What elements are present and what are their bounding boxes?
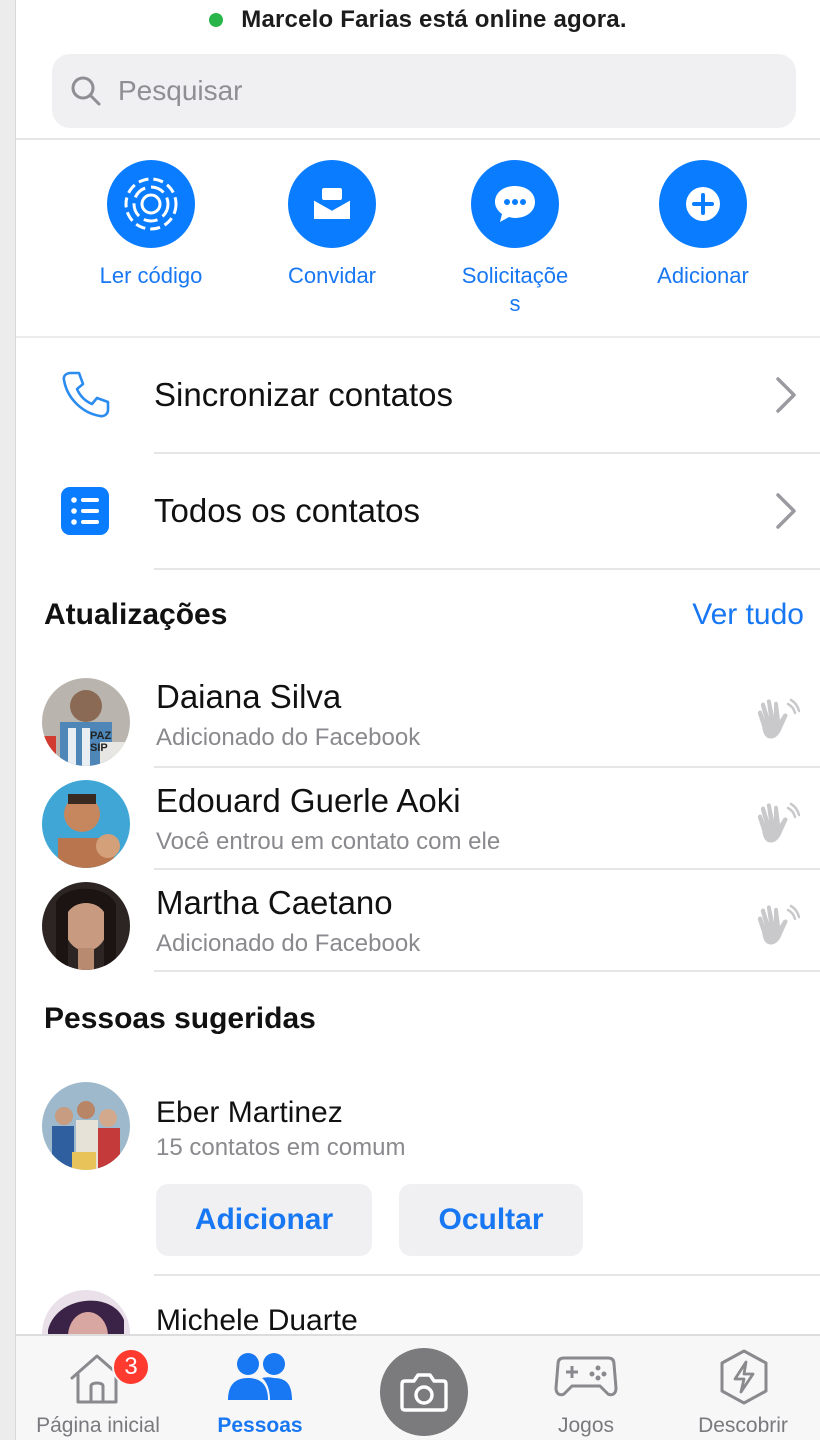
tab-discover-label: Descobrir [698, 1414, 788, 1437]
see-all-link[interactable]: Ver tudo [692, 598, 804, 632]
sync-contacts-icon-wrap [16, 367, 154, 423]
requests-label-line1: Solicitaçõe [461, 263, 569, 288]
online-status-bar: Marcelo Farias está online agora. [16, 0, 820, 40]
tab-discover[interactable]: Descobrir [666, 1336, 820, 1440]
invite-label: Convidar [287, 263, 377, 288]
people-icon [228, 1353, 292, 1400]
contact-subtitle: 15 contatos em comum [156, 1134, 406, 1161]
divider [154, 766, 820, 768]
scan-code-button[interactable]: Ler código [61, 160, 241, 290]
tab-home[interactable]: 3 Página inicial [16, 1336, 180, 1440]
plus-icon [686, 187, 720, 221]
requests-label: Solicitaçõe s [425, 262, 605, 318]
all-contacts-row[interactable]: Todos os contatos [16, 454, 820, 568]
tab-games-label: Jogos [557, 1414, 615, 1437]
contact-subtitle: Adicionado do Facebook [156, 724, 421, 751]
tab-home-label: Página inicial [36, 1414, 160, 1437]
avatar-image [42, 780, 130, 868]
people-screen: Marcelo Farias está online agora. Ler có… [16, 0, 820, 1440]
avatar-image [42, 1082, 130, 1170]
tab-people[interactable]: Pessoas [180, 1336, 340, 1440]
scan-code-circle [107, 160, 195, 248]
wave-hand-icon[interactable] [750, 902, 800, 952]
updates-heading: Atualizações [44, 598, 228, 631]
suggested-item-michele-duarte[interactable]: Michele Duarte [16, 1290, 820, 1334]
chevron-right-icon [776, 493, 796, 529]
tab-people-label: Pessoas [217, 1414, 303, 1437]
online-dot-icon [209, 13, 224, 27]
requests-circle [471, 160, 559, 248]
contact-name: Daiana Silva [156, 678, 342, 715]
sync-contacts-label: Sincronizar contatos [154, 376, 453, 413]
divider [154, 868, 820, 870]
divider [154, 1274, 820, 1276]
window-edge [0, 0, 16, 1440]
suggested-heading: Pessoas sugeridas [44, 1002, 316, 1035]
search-bar[interactable] [52, 54, 796, 128]
all-contacts-icon-wrap [16, 485, 154, 537]
lightning-hexagon-icon [720, 1349, 768, 1405]
invite-circle [288, 160, 376, 248]
requests-label-line2: s [509, 291, 521, 316]
avatar: PAZ SIP [42, 678, 130, 766]
contact-subtitle: Adicionado do Facebook [156, 930, 421, 957]
contact-name: Edouard Guerle Aoki [156, 782, 461, 819]
add-contact-label: Adicionar [657, 263, 749, 288]
update-item-daiana-silva[interactable]: PAZ SIP Daiana Silva Adicionado do Faceb… [16, 676, 820, 776]
scan-code-label: Ler código [99, 263, 203, 288]
avatar [42, 1082, 130, 1170]
contact-name: Michele Duarte [156, 1304, 358, 1334]
avatar [42, 882, 130, 970]
wave-hand-icon[interactable] [750, 696, 800, 746]
invite-button[interactable]: Convidar [242, 160, 422, 290]
quick-actions: Ler código Convidar Solicitaçõe s Adicio… [16, 160, 820, 330]
requests-button[interactable]: Solicitaçõe s [425, 160, 605, 318]
suggested-item-eber-martinez[interactable]: Eber Martinez 15 contatos em comum [16, 1082, 820, 1182]
tab-games[interactable]: Jogos [506, 1336, 666, 1440]
camera-button[interactable] [380, 1348, 468, 1436]
qr-scan-icon [124, 177, 178, 231]
tab-bar: 3 Página inicial Pessoas Jogos Descobrir [16, 1334, 820, 1440]
avatar-image [42, 882, 130, 970]
chat-bubble-icon [495, 186, 535, 222]
search-input[interactable] [118, 75, 718, 107]
avatar [42, 780, 130, 868]
add-contact-button[interactable]: Adicionar [613, 160, 793, 290]
online-status-text: Marcelo Farias está online agora. [241, 6, 627, 33]
contact-name: Eber Martinez [156, 1096, 343, 1129]
divider [154, 970, 820, 972]
add-suggested-button[interactable]: Adicionar [156, 1184, 372, 1256]
divider [154, 568, 820, 570]
sync-contacts-row[interactable]: Sincronizar contatos [16, 338, 820, 452]
avatar-image [42, 1290, 130, 1334]
chevron-right-icon [776, 377, 796, 413]
game-controller-icon [554, 1356, 618, 1397]
avatar-sign-text: PAZ SIP [90, 730, 112, 754]
list-icon [61, 487, 109, 535]
contact-name: Martha Caetano [156, 884, 393, 921]
all-contacts-label: Todos os contatos [154, 492, 420, 529]
update-item-edouard-guerle-aoki[interactable]: Edouard Guerle Aoki Você entrou em conta… [16, 780, 820, 880]
invite-envelope-icon [313, 188, 351, 219]
divider [16, 138, 820, 140]
avatar [42, 1290, 130, 1334]
notification-badge: 3 [112, 1348, 150, 1386]
phone-icon [62, 371, 110, 418]
wave-hand-icon[interactable] [750, 800, 800, 850]
contact-subtitle: Você entrou em contato com ele [156, 828, 501, 855]
camera-icon [400, 1373, 448, 1412]
search-icon [71, 76, 101, 106]
add-contact-circle [659, 160, 747, 248]
update-item-martha-caetano[interactable]: Martha Caetano Adicionado do Facebook [16, 882, 820, 982]
hide-suggested-button[interactable]: Ocultar [399, 1184, 583, 1256]
